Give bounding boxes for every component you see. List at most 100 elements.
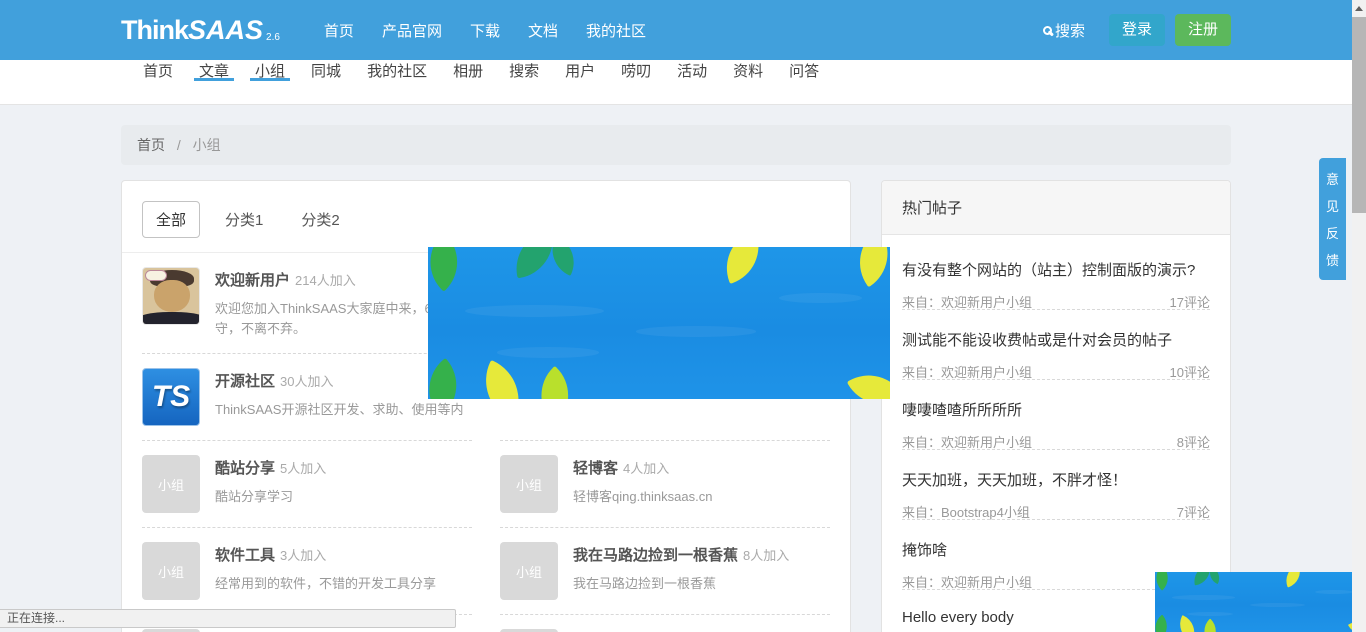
site-logo[interactable]: ThinkSAAS2.6: [121, 15, 280, 46]
category-tab[interactable]: 全部: [142, 201, 200, 238]
post-title[interactable]: 测试能不能设收费帖或是什对会员的帖子: [902, 329, 1210, 350]
subnav-item[interactable]: 我的社区: [354, 60, 440, 81]
feedback-char: 反: [1326, 223, 1339, 242]
leaf-icon: [847, 361, 890, 399]
group-list-item[interactable]: 小组酷站分享5人加入酷站分享学习: [142, 441, 472, 528]
header-nav-item[interactable]: 文档: [514, 20, 572, 41]
post-title[interactable]: 掩饰啥: [902, 539, 1210, 560]
loading-banner-image: [428, 247, 890, 399]
group-list-item[interactable]: 小组南方旅店3人加入: [500, 615, 830, 632]
hot-post-item[interactable]: 啛啛喳喳所所所所来自：欢迎新用户小组 8评论: [902, 380, 1210, 450]
category-tab[interactable]: 分类2: [288, 202, 352, 237]
post-source-group[interactable]: 来自：欢迎新用户小组: [902, 362, 1032, 381]
group-info: 我在马路边捡到一根香蕉8人加入我在马路边捡到一根香蕉: [573, 542, 789, 600]
subnav-item[interactable]: 小组: [242, 60, 298, 81]
header-nav: 首页产品官网下载文档我的社区: [310, 20, 660, 41]
water-streak: [1315, 590, 1353, 594]
header-nav-item[interactable]: 下载: [456, 20, 514, 41]
header-nav-item[interactable]: 首页: [310, 20, 368, 41]
post-comment-count: 17评论: [1170, 292, 1210, 311]
subnav-item[interactable]: 首页: [130, 60, 186, 81]
feedback-tab[interactable]: 意见反馈: [1319, 158, 1346, 280]
group-members-count: 3人加入: [280, 548, 326, 563]
post-comment-count: 7评论: [1177, 502, 1210, 521]
login-button[interactable]: 登录: [1109, 14, 1165, 46]
search-icon: [1043, 26, 1052, 35]
group-list-item[interactable]: 小组软件工具3人加入经常用到的软件，不错的开发工具分享: [142, 528, 472, 615]
post-title[interactable]: 有没有整个网站的（站主）控制面版的演示?: [902, 259, 1210, 280]
search-button[interactable]: 搜索: [1043, 20, 1085, 41]
group-info: 欢迎新用户214人加入欢迎您加入ThinkSAAS大家庭中来，6年来守，不离不弃…: [215, 267, 458, 339]
post-source-group[interactable]: 来自：Bootstrap4小组: [902, 502, 1030, 521]
subnav-item[interactable]: 唠叨: [608, 60, 664, 81]
group-description: 酷站分享学习: [215, 487, 326, 507]
breadcrumb-home-link[interactable]: 首页: [137, 137, 165, 153]
subnav-item[interactable]: 用户: [552, 60, 608, 81]
scrollbar[interactable]: [1352, 0, 1366, 632]
register-button[interactable]: 注册: [1175, 14, 1231, 46]
group-name[interactable]: 我在马路边捡到一根香蕉8人加入: [573, 544, 789, 565]
leaf-icon: [1155, 614, 1174, 632]
water-streak: [1172, 595, 1235, 600]
hot-post-item[interactable]: 有没有整个网站的（站主）控制面版的演示? 来自：欢迎新用户小组 17评论: [902, 240, 1210, 310]
leaf-icon: [717, 247, 770, 283]
leaf-icon: [845, 247, 890, 287]
group-list-item[interactable]: TS开源社区30人加入ThinkSAAS开源社区开发、求助、使用等内: [142, 354, 472, 441]
water-streak: [497, 347, 599, 358]
water-streak: [636, 326, 756, 337]
post-comment-count: 10评论: [1170, 362, 1210, 381]
search-label: 搜索: [1055, 20, 1085, 41]
hot-posts-panel: 热门帖子 有没有整个网站的（站主）控制面版的演示?来自：欢迎新用户小组17评论测…: [881, 180, 1231, 632]
post-source-group[interactable]: 来自：欢迎新用户小组: [902, 432, 1032, 451]
group-info: 轻博客4人加入轻博客qing.thinksaas.cn: [573, 455, 712, 513]
group-avatar: 小组: [142, 455, 200, 513]
group-description: 我在马路边捡到一根香蕉: [573, 574, 789, 594]
group-members-count: 4人加入: [623, 461, 669, 476]
group-description: 经常用到的软件，不错的开发工具分享: [215, 574, 436, 594]
subnav-item[interactable]: 搜索: [496, 60, 552, 81]
post-source-group[interactable]: 来自：欢迎新用户小组: [902, 292, 1032, 311]
subnav-item[interactable]: 问答: [776, 60, 832, 81]
scrollbar-thumb[interactable]: [1352, 17, 1366, 213]
subnav-item[interactable]: 同城: [298, 60, 354, 81]
leaf-icon: [1197, 618, 1223, 632]
group-list-item[interactable]: 小组轻博客4人加入轻博客qing.thinksaas.cn: [500, 441, 830, 528]
subnav-item[interactable]: 资料: [720, 60, 776, 81]
group-info: 软件工具3人加入经常用到的软件，不错的开发工具分享: [215, 542, 436, 600]
subnav-item[interactable]: 相册: [440, 60, 496, 81]
category-tab[interactable]: 分类1: [212, 202, 276, 237]
hot-posts-title: 热门帖子: [882, 181, 1230, 235]
header-nav-item[interactable]: 我的社区: [572, 20, 660, 41]
post-title[interactable]: 天天加班，天天加班，不胖才怪！: [902, 469, 1210, 490]
top-header: ThinkSAAS2.6 首页产品官网下载文档我的社区 搜索 登录 注册: [0, 0, 1366, 60]
group-members-count: 8人加入: [743, 548, 789, 563]
water-streak: [1250, 603, 1305, 607]
group-list-item[interactable]: 小组我在马路边捡到一根香蕉8人加入我在马路边捡到一根香蕉: [500, 528, 830, 615]
group-name[interactable]: 软件工具3人加入: [215, 544, 436, 565]
category-tabs: 全部分类1 分类2: [122, 181, 850, 253]
group-name[interactable]: 欢迎新用户214人加入: [215, 269, 458, 290]
browser-status-bar: 正在连接...: [0, 609, 456, 628]
leaf-icon: [525, 366, 584, 399]
group-avatar: 小组: [142, 542, 200, 600]
water-streak: [465, 305, 604, 317]
header-nav-item[interactable]: 产品官网: [368, 20, 456, 41]
subnav-item[interactable]: 文章: [186, 60, 242, 81]
leaf-icon: [1155, 572, 1175, 591]
leaf-icon: [1281, 572, 1304, 588]
breadcrumb-separator: /: [177, 137, 181, 153]
logo-text: Think: [121, 15, 188, 46]
hot-post-item[interactable]: 天天加班，天天加班，不胖才怪！ 来自：Bootstrap4小组 7评论: [902, 450, 1210, 520]
group-list-item[interactable]: 欢迎新用户214人加入欢迎您加入ThinkSAAS大家庭中来，6年来守，不离不弃…: [142, 253, 472, 354]
leaf-icon: [472, 359, 534, 399]
group-name[interactable]: 轻博客4人加入: [573, 457, 712, 478]
hot-post-item[interactable]: 测试能不能设收费帖或是什对会员的帖子来自：欢迎新用户小组 10评论: [902, 310, 1210, 380]
group-name[interactable]: 开源社区30人加入: [215, 370, 463, 391]
post-comment-count: 8评论: [1177, 432, 1210, 451]
subnav-item[interactable]: 活动: [664, 60, 720, 81]
group-avatar: 小组: [500, 542, 558, 600]
group-name[interactable]: 酷站分享5人加入: [215, 457, 326, 478]
post-source-group[interactable]: 来自：欢迎新用户小组: [902, 572, 1032, 591]
scrollbar-up-arrow-icon[interactable]: [1352, 0, 1366, 17]
post-title[interactable]: 啛啛喳喳所所所所: [902, 399, 1210, 420]
